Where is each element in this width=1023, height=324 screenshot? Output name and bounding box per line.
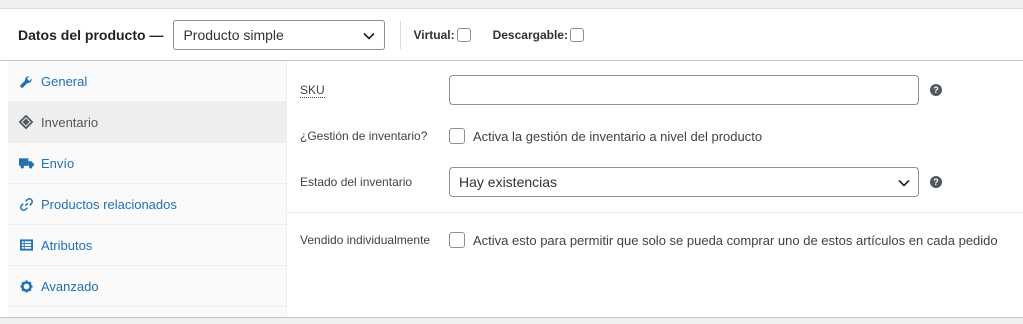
sold-individually-text: Activa esto para permitir que solo se pu… <box>473 232 998 248</box>
manage-stock-label: ¿Gestión de inventario? <box>300 129 428 143</box>
header-separator <box>400 20 402 49</box>
list-icon <box>18 237 34 253</box>
manage-stock-option[interactable]: Activa la gestión de inventario a nivel … <box>449 128 762 144</box>
product-type-select[interactable]: Producto simple <box>173 19 386 50</box>
product-data-panel: Datos del producto — Producto simple Vir… <box>0 8 1023 318</box>
tab-inventory[interactable]: Inventario <box>8 102 286 143</box>
sold-individually-label: Vendido individualmente <box>300 233 431 247</box>
downloadable-option[interactable]: Descargable: <box>492 27 584 42</box>
tab-inventory-label: Inventario <box>41 114 99 130</box>
section-divider <box>287 212 1023 213</box>
panel-body: General Inventario Envío Productos relac… <box>0 61 1023 317</box>
manage-stock-row: ¿Gestión de inventario? Activa la gestió… <box>287 125 1023 147</box>
virtual-label: Virtual: <box>413 27 455 42</box>
manage-stock-text: Activa la gestión de inventario a nivel … <box>473 128 763 144</box>
sku-label: SKU <box>300 82 325 98</box>
tab-shipping-label: Envío <box>41 155 75 171</box>
tab-attributes[interactable]: Atributos <box>8 225 286 266</box>
tab-general-label: General <box>41 73 88 89</box>
chevron-down-icon <box>363 27 376 43</box>
stock-status-label: Estado del inventario <box>300 175 413 189</box>
sold-individually-checkbox[interactable] <box>449 232 465 248</box>
virtual-checkbox[interactable] <box>456 27 471 42</box>
sku-row: SKU ? <box>287 75 1023 105</box>
tag-icon <box>18 114 34 130</box>
product-data-tabs: General Inventario Envío Productos relac… <box>8 61 287 317</box>
help-icon[interactable]: ? <box>930 84 942 96</box>
tab-linked-products[interactable]: Productos relacionados <box>8 184 286 225</box>
tab-general[interactable]: General <box>8 61 286 102</box>
inventory-panel: SKU ? ¿Gestión de inventario? Activa la … <box>287 61 1023 317</box>
chevron-down-icon <box>898 174 910 190</box>
tab-linked-products-label: Productos relacionados <box>41 196 177 212</box>
downloadable-checkbox[interactable] <box>569 27 584 42</box>
help-icon[interactable]: ? <box>930 176 942 188</box>
link-icon <box>18 196 34 212</box>
stock-status-row: Estado del inventario Hay existencias ? <box>287 167 1023 197</box>
product-type-value: Producto simple <box>183 26 284 43</box>
sold-individually-row: Vendido individualmente Activa esto para… <box>287 229 1023 251</box>
panel-header: Datos del producto — Producto simple Vir… <box>0 9 1023 61</box>
tab-attributes-label: Atributos <box>41 237 93 253</box>
stock-status-value: Hay existencias <box>459 174 558 190</box>
downloadable-label: Descargable: <box>492 27 568 42</box>
truck-icon <box>18 155 34 171</box>
wrench-icon <box>18 73 34 89</box>
panel-title: Datos del producto — <box>18 26 164 43</box>
virtual-option[interactable]: Virtual: <box>413 27 471 42</box>
manage-stock-checkbox[interactable] <box>449 128 465 144</box>
sku-input[interactable] <box>449 75 919 105</box>
sold-individually-option[interactable]: Activa esto para permitir que solo se pu… <box>449 232 998 248</box>
stock-status-select[interactable]: Hay existencias <box>449 167 919 197</box>
gear-icon <box>18 278 34 294</box>
tab-shipping[interactable]: Envío <box>8 143 286 184</box>
tab-advanced[interactable]: Avanzado <box>8 266 286 307</box>
tab-advanced-label: Avanzado <box>41 278 99 294</box>
